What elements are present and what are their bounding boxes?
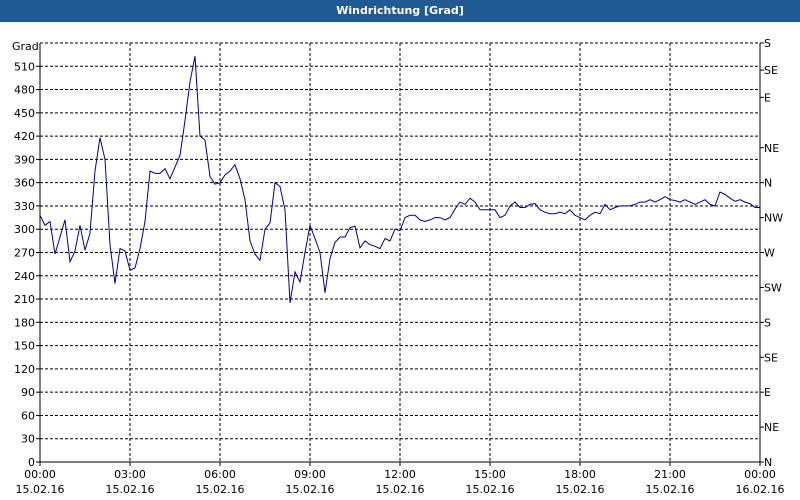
- x-tick-time: 09:00: [294, 468, 326, 481]
- right-y-axis: SSEENENNWWSWSSEENEN: [760, 37, 783, 469]
- y-tick-label: 30: [21, 433, 35, 446]
- x-tick-time: 00:00: [744, 468, 776, 481]
- y-tick-label: 300: [14, 223, 35, 236]
- x-tick-time: 18:00: [564, 468, 596, 481]
- y-tick-label: 390: [14, 153, 35, 166]
- right-tick-label: NE: [764, 421, 779, 434]
- y-tick-label: 450: [14, 107, 35, 120]
- y-tick-label: 270: [14, 247, 35, 260]
- y-tick-label: 90: [21, 386, 35, 399]
- x-tick-date: 15.02.16: [106, 483, 155, 496]
- x-tick-date: 15.02.16: [286, 483, 335, 496]
- x-tick-date: 15.02.16: [16, 483, 65, 496]
- y-tick-label: 480: [14, 84, 35, 97]
- x-tick-time: 06:00: [204, 468, 236, 481]
- x-tick-time: 12:00: [384, 468, 416, 481]
- y-tick-label: 510: [14, 60, 35, 73]
- y-tick-label: 60: [21, 409, 35, 422]
- right-tick-label: SW: [764, 281, 782, 294]
- window-title: Windrichtung [Grad]: [0, 0, 800, 22]
- y-tick-label: 420: [14, 130, 35, 143]
- x-tick-time: 21:00: [654, 468, 686, 481]
- x-tick-date: 15.02.16: [646, 483, 695, 496]
- x-tick-date: 16.02.16: [736, 483, 785, 496]
- right-tick-label: E: [764, 386, 771, 399]
- right-tick-label: NE: [764, 142, 779, 155]
- right-tick-label: NW: [764, 212, 783, 225]
- x-tick-date: 15.02.16: [466, 483, 515, 496]
- right-tick-label: E: [764, 91, 771, 104]
- wind-direction-chart: 0306090120150180210240270300330360390420…: [12, 37, 785, 496]
- right-tick-label: SE: [764, 351, 778, 364]
- right-tick-label: S: [764, 37, 771, 50]
- x-tick-time: 03:00: [114, 468, 146, 481]
- x-tick-date: 15.02.16: [376, 483, 425, 496]
- left-y-axis: 0306090120150180210240270300330360390420…: [14, 60, 40, 469]
- chart-grid: [39, 42, 761, 463]
- y-tick-label: 360: [14, 177, 35, 190]
- y-axis-label: Grad: [12, 40, 39, 53]
- y-tick-label: 150: [14, 340, 35, 353]
- right-tick-label: W: [764, 247, 775, 260]
- y-tick-label: 120: [14, 363, 35, 376]
- y-tick-label: 330: [14, 200, 35, 213]
- right-tick-label: SE: [764, 64, 778, 77]
- x-tick-date: 15.02.16: [196, 483, 245, 496]
- y-tick-label: 180: [14, 316, 35, 329]
- x-tick-time: 15:00: [474, 468, 506, 481]
- x-tick-date: 15.02.16: [556, 483, 605, 496]
- x-tick-time: 00:00: [24, 468, 56, 481]
- x-axis: 00:00 15.02.16 03:00 15.02.16 06:00 15.02.16 0…: [16, 462, 785, 496]
- y-tick-label: 210: [14, 293, 35, 306]
- y-tick-label: 240: [14, 270, 35, 283]
- right-tick-label: N: [764, 177, 772, 190]
- right-tick-label: S: [764, 316, 771, 329]
